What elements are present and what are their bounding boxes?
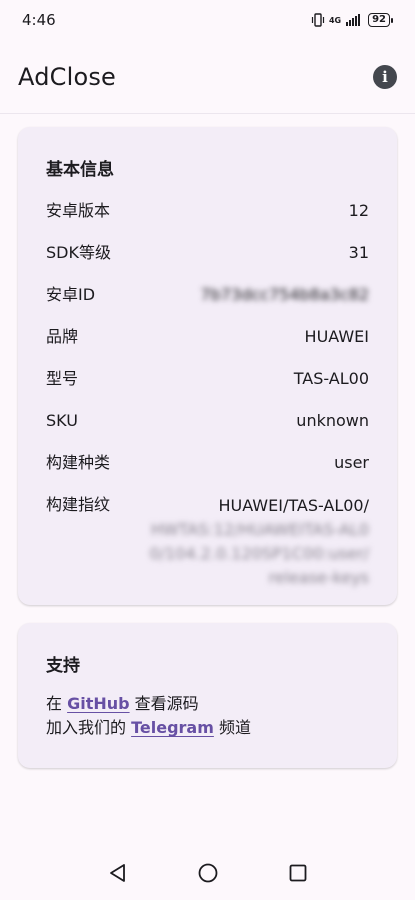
fingerprint-line-redacted: HWTAS:12/HUAWEITAS-AL0	[150, 520, 369, 539]
row-value: unknown	[296, 411, 369, 430]
info-row-build-fingerprint: 构建指纹 HUAWEI/TAS-AL00/ HWTAS:12/HUAWEITAS…	[46, 494, 369, 590]
row-value-redacted: 7b73dcc754b8a3c82	[200, 285, 369, 304]
system-nav-bar	[0, 846, 415, 900]
row-label: 构建种类	[46, 453, 111, 472]
info-row-model: 型号 TAS-AL00	[46, 368, 369, 410]
row-label: 安卓版本	[46, 201, 111, 220]
back-icon[interactable]	[107, 862, 129, 884]
telegram-prefix: 加入我们的	[46, 718, 132, 737]
telegram-line: 加入我们的 Telegram 频道	[46, 716, 369, 740]
info-row-sdk-level: SDK等级 31	[46, 242, 369, 284]
app-title: AdClose	[18, 62, 117, 91]
github-prefix: 在	[46, 694, 68, 713]
basic-info-card: 基本信息 安卓版本 12 SDK等级 31 安卓ID 7b73dcc754b8a…	[18, 127, 397, 605]
screen: 4:46 4G 92 AdClose i 基本信息 安卓版本 12 SDK等级 …	[0, 0, 415, 900]
basic-info-title: 基本信息	[46, 160, 114, 180]
row-label: SDK等级	[46, 243, 111, 262]
github-suffix: 查看源码	[129, 694, 199, 713]
row-value: 31	[348, 243, 369, 262]
row-label: 安卓ID	[46, 285, 96, 304]
info-row-build-type: 构建种类 user	[46, 452, 369, 494]
signal-icon	[346, 14, 361, 26]
battery-icon: 92	[368, 13, 393, 27]
info-row-android-id: 安卓ID 7b73dcc754b8a3c82	[46, 284, 369, 326]
info-icon[interactable]: i	[373, 64, 397, 89]
row-label: 品牌	[46, 327, 79, 346]
support-card: 支持 在 GitHub 查看源码 加入我们的 Telegram 频道	[18, 623, 397, 768]
info-row-brand: 品牌 HUAWEI	[46, 326, 369, 368]
fingerprint-line-redacted: 0/104.2.0.120SP1C00:user/	[149, 544, 369, 563]
row-label: SKU	[46, 411, 78, 430]
telegram-suffix: 频道	[213, 718, 251, 737]
row-value: TAS-AL00	[293, 369, 369, 388]
fingerprint-value: HUAWEI/TAS-AL00/ HWTAS:12/HUAWEITAS-AL0 …	[150, 494, 369, 590]
home-icon[interactable]	[197, 862, 219, 884]
fingerprint-line: HUAWEI/TAS-AL00/	[218, 496, 369, 515]
row-value: 12	[348, 201, 369, 220]
info-row-sku: SKU unknown	[46, 410, 369, 452]
status-bar: 4:46 4G 92	[0, 0, 415, 40]
row-value: user	[334, 453, 369, 472]
support-title: 支持	[46, 656, 80, 676]
github-line: 在 GitHub 查看源码	[46, 692, 369, 716]
network-type-label: 4G	[328, 15, 342, 25]
github-link[interactable]: GitHub	[67, 694, 130, 713]
fingerprint-line-redacted: release-keys	[268, 568, 369, 587]
status-icons: 4G 92	[311, 13, 393, 27]
battery-level: 92	[368, 13, 390, 27]
row-label: 构建指纹	[46, 495, 111, 514]
recents-icon[interactable]	[287, 862, 309, 884]
vibrate-icon	[311, 13, 325, 27]
status-time: 4:46	[22, 11, 56, 29]
row-value: HUAWEI	[304, 327, 369, 346]
app-bar: AdClose i	[0, 40, 415, 114]
info-row-android-version: 安卓版本 12	[46, 200, 369, 242]
row-label: 型号	[46, 369, 79, 388]
telegram-link[interactable]: Telegram	[131, 718, 214, 737]
